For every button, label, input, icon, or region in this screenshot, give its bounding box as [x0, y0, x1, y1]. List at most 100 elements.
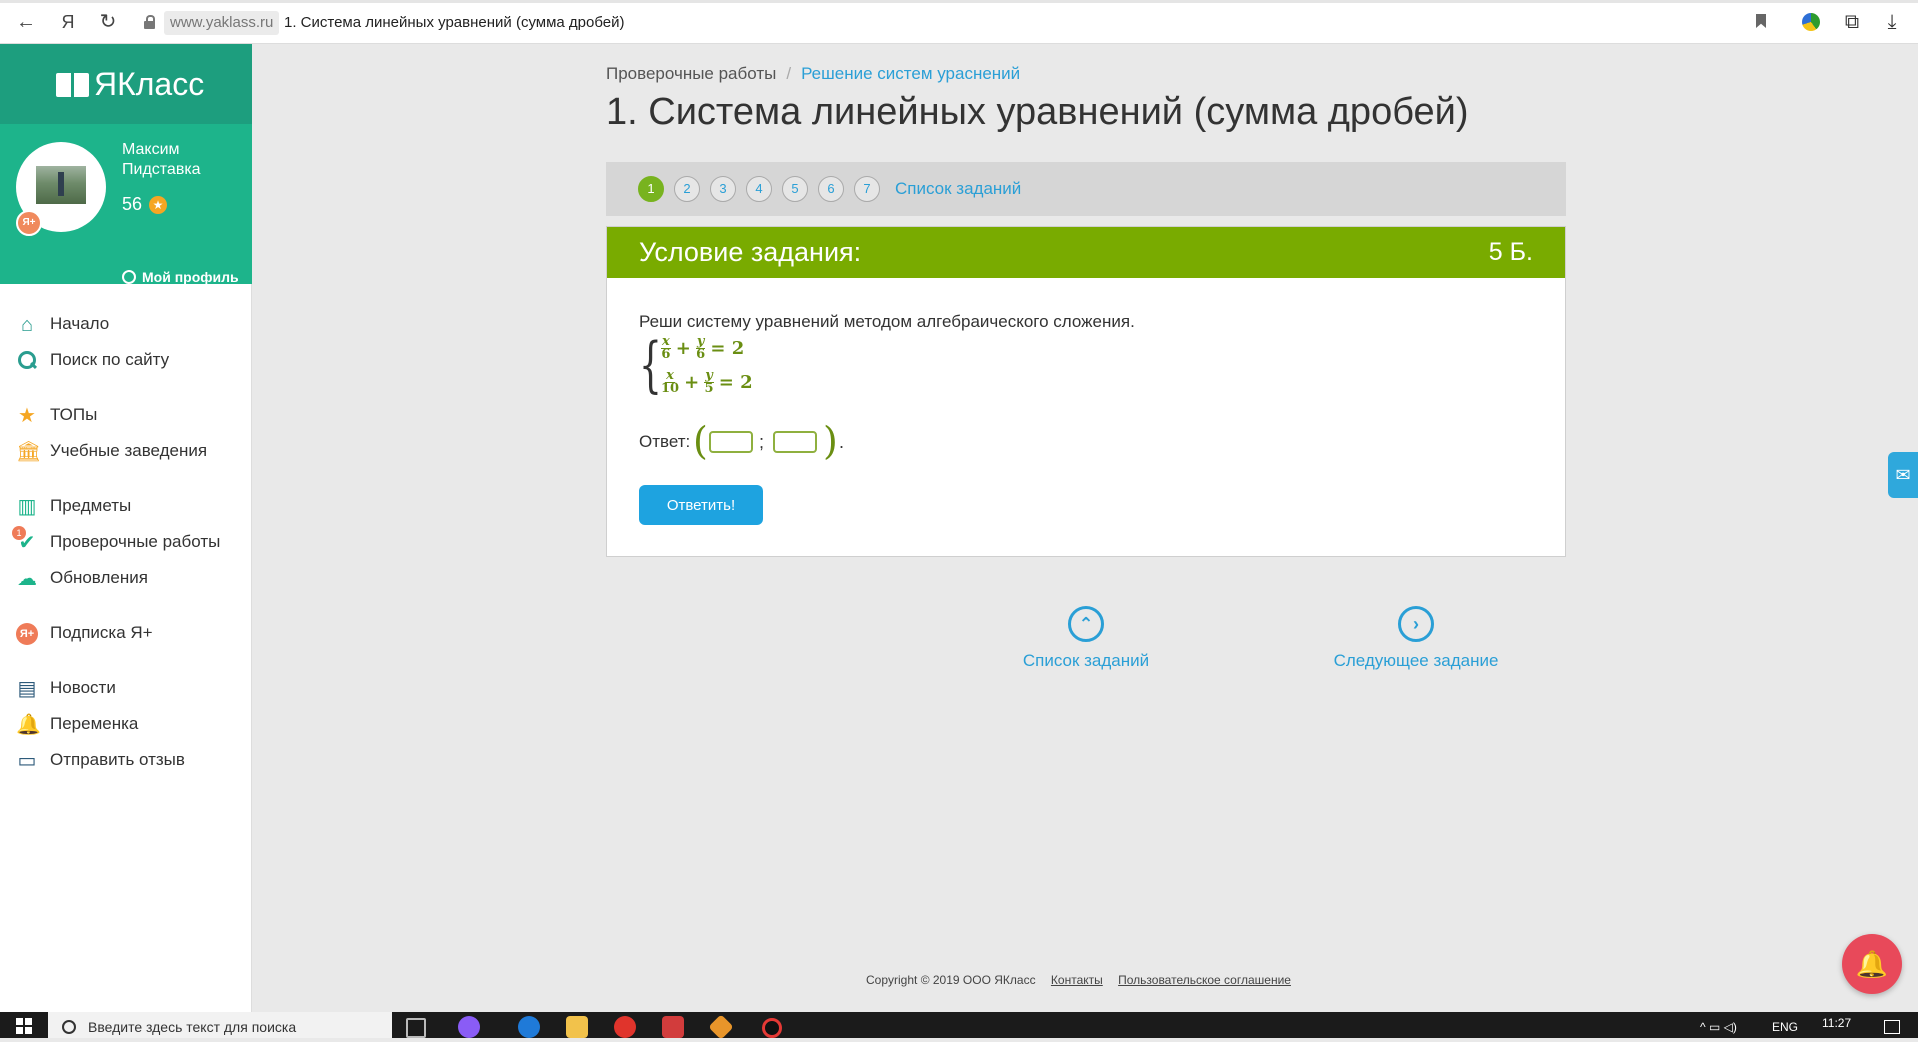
sidebar-item-label: Предметы [50, 496, 132, 515]
app-icon[interactable] [708, 1014, 734, 1040]
star-icon: ★ [18, 405, 36, 427]
bell-icon: 🔔 [16, 714, 41, 736]
operator: + [684, 371, 700, 393]
fraction: y5 [704, 369, 714, 396]
sidebar-item-label: Учебные заведения [50, 441, 208, 460]
sidebar: ЯКласс Я+ Максим Пидставка 56 ★ Мой проф… [0, 44, 252, 1012]
fraction: y6 [695, 335, 706, 361]
sidebar-item-feedback[interactable]: ▭ Отправить отзыв [0, 742, 252, 778]
task-statement: Реши систему уравнений методом алгебраич… [639, 312, 1135, 331]
search-icon [16, 350, 38, 372]
download-icon[interactable]: ⤓ [1880, 11, 1904, 33]
sidebar-item-label: Обновления [50, 568, 148, 587]
subscription-icon: Я+ [16, 623, 38, 645]
task-view-icon[interactable] [406, 1018, 426, 1038]
extension-icon[interactable] [1800, 11, 1824, 33]
breadcrumb-item[interactable]: Решение систем урaснений [801, 64, 1020, 83]
footer: Copyright © 2019 ООО ЯКласс Контакты Пол… [866, 972, 1291, 988]
task-number-2[interactable]: 2 [674, 176, 700, 202]
breadcrumb-item[interactable]: Проверочные работы [606, 64, 776, 83]
task-number-7[interactable]: 7 [854, 176, 880, 202]
record-icon[interactable] [762, 1018, 782, 1038]
sidebar-item-tops[interactable]: ★ ТОПы [0, 397, 252, 433]
taskbar: Введите здесь текст для поиска ^ ▭ ◁) EN… [0, 1012, 1918, 1040]
task-number-6[interactable]: 6 [818, 176, 844, 202]
sidebar-item-label: Новости [50, 678, 116, 697]
search-icon [62, 1020, 76, 1034]
yandex-app-icon[interactable] [662, 1016, 684, 1038]
sidebar-item-schools[interactable]: 🏛 Учебные заведения [0, 433, 252, 469]
star-icon: ★ [149, 196, 168, 214]
my-profile-link[interactable]: Мой профиль [122, 268, 239, 286]
task-number-5[interactable]: 5 [782, 176, 808, 202]
profile-icon [122, 270, 136, 284]
site-logo[interactable]: ЯКласс [56, 62, 204, 106]
equation-1: x6 + y6 = 2 [661, 333, 749, 363]
answer-period: . [839, 432, 845, 452]
reload-icon[interactable]: ↻ [96, 10, 120, 34]
sidebar-item-checks[interactable]: ✔ 1 Проверочные работы [0, 524, 252, 560]
submit-answer-button[interactable]: Ответить! [639, 485, 763, 525]
answer-x-input[interactable] [709, 431, 753, 453]
browser-toolbar: ← Я ↻ www.yaklass.ru 1. Система линейных… [0, 0, 1918, 44]
task-header-label: Условие задания: [639, 237, 862, 267]
sidebar-item-break[interactable]: 🔔 Переменка [0, 706, 252, 742]
chevron-up-icon[interactable]: ⌃ [1068, 606, 1104, 642]
sidebar-item-label: Подписка Я+ [50, 623, 153, 642]
edge-icon[interactable] [518, 1016, 540, 1038]
agreement-link[interactable]: Пользовательское соглашение [1118, 973, 1291, 987]
bookmark-icon[interactable] [1750, 11, 1774, 33]
answer-y-input[interactable] [773, 431, 817, 453]
task-number-4[interactable]: 4 [746, 176, 772, 202]
task-list-link[interactable]: Список заданий [895, 176, 1021, 202]
news-icon: ▤ [17, 678, 37, 700]
windows-start-icon[interactable] [0, 1012, 48, 1038]
points-value: 56 [122, 194, 143, 214]
user-points: 56 ★ [122, 192, 168, 216]
task-number-3[interactable]: 3 [710, 176, 736, 202]
sidebar-item-label: Проверочные работы [50, 532, 221, 551]
action-center-icon[interactable] [1884, 1020, 1900, 1034]
notification-bell-icon[interactable]: 🔔 [1842, 934, 1902, 994]
tray-icons[interactable]: ^ ▭ ◁) [1700, 1012, 1737, 1038]
answer-label: Ответ: [639, 432, 691, 451]
next-task-link[interactable]: Следующее задание [1306, 650, 1526, 672]
folder-icon[interactable] [566, 1016, 588, 1038]
language-indicator[interactable]: ENG [1772, 1012, 1798, 1038]
sidebar-item-home[interactable]: ⌂ Начало [0, 306, 252, 342]
yandex-icon[interactable]: Я [56, 10, 80, 34]
address-bar[interactable]: www.yaklass.ru 1. Система линейных уравн… [140, 11, 1780, 35]
mail-icon[interactable]: ✉ [1888, 452, 1918, 498]
system-brace: { [639, 330, 662, 400]
sidebar-item-updates[interactable]: ☁ Обновления [0, 560, 252, 596]
sidebar-item-label: Поиск по сайту [50, 350, 170, 369]
sidebar-item-label: Переменка [50, 714, 139, 733]
home-icon: ⌂ [20, 314, 34, 336]
contacts-link[interactable]: Контакты [1051, 973, 1103, 987]
sidebar-item-news[interactable]: ▤ Новости [0, 670, 252, 706]
alice-icon[interactable] [458, 1016, 480, 1038]
user-name[interactable]: Максим Пидставка [122, 140, 242, 180]
sidebar-item-subjects[interactable]: ▥ Предметы [0, 488, 252, 524]
sidebar-item-label: Начало [50, 314, 110, 333]
task-number-1[interactable]: 1 [638, 176, 664, 202]
clock[interactable]: 11:27 [1822, 1012, 1851, 1038]
chevron-right-icon[interactable]: › [1398, 606, 1434, 642]
task-card: Условие задания: 5 Б. Реши систему уравн… [606, 226, 1566, 557]
denominator: 5 [704, 380, 714, 396]
avatar-photo [36, 166, 86, 204]
task-list-bottom-link[interactable]: Список заданий [976, 650, 1196, 672]
open-paren: ( [693, 419, 708, 463]
next-task-nav[interactable]: › Следующее задание [1306, 606, 1526, 672]
sidebar-item-search[interactable]: Поиск по сайту [0, 342, 252, 378]
feedback-icon: ▭ [17, 750, 37, 772]
copyright: Copyright © 2019 ООО ЯКласс [866, 973, 1036, 987]
logo-text: ЯКласс [94, 66, 205, 102]
back-icon[interactable]: ← [14, 10, 38, 34]
taskbar-search[interactable]: Введите здесь текст для поиска [48, 1012, 392, 1038]
task-list-nav[interactable]: ⌃ Список заданий [976, 606, 1196, 672]
sidebar-item-subscription[interactable]: Я+ Подписка Я+ [0, 615, 252, 651]
browser-top-strip [0, 0, 1918, 3]
translate-icon[interactable]: ⧉ [1840, 11, 1864, 33]
yandex-browser-icon[interactable] [614, 1016, 636, 1038]
